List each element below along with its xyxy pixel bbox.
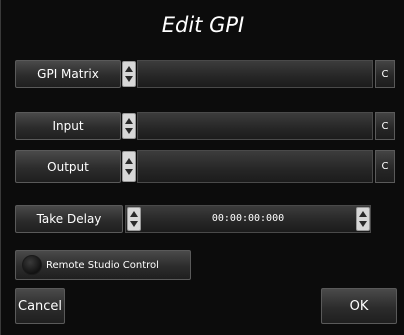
spinner-down-icon [125, 76, 133, 82]
spinner-up-icon [130, 211, 138, 218]
remote-studio-control-toggle[interactable]: Remote Studio Control [15, 250, 191, 280]
spinner-down-icon [359, 220, 367, 227]
gpi-matrix-clear-button[interactable]: C [375, 60, 395, 88]
remote-studio-control-label: Remote Studio Control [46, 259, 159, 271]
output-spinner[interactable] [122, 151, 136, 182]
gpi-matrix-field[interactable] [137, 60, 373, 88]
take-delay-decrement-spinner[interactable] [127, 207, 141, 231]
take-delay-field[interactable]: 00:00:00:000 [125, 205, 371, 233]
edit-gpi-dialog: Edit GPI GPI Matrix C Input C Output C T… [0, 0, 404, 335]
spinner-down-icon [125, 128, 133, 134]
ok-button[interactable]: OK [321, 288, 397, 324]
spinner-down-icon [130, 220, 138, 227]
output-clear-label: C [381, 161, 389, 172]
spinner-up-icon [125, 118, 133, 124]
input-clear-button[interactable]: C [375, 112, 395, 140]
ok-label: OK [349, 298, 369, 314]
output-field[interactable] [137, 150, 373, 183]
dialog-title: Edit GPI [161, 13, 245, 37]
input-label: Input [52, 119, 84, 133]
gpi-matrix-label: GPI Matrix [37, 67, 99, 81]
take-delay-label: Take Delay [36, 212, 102, 226]
cancel-button[interactable]: Cancel [15, 288, 65, 324]
take-delay-button[interactable]: Take Delay [15, 205, 123, 233]
spinner-up-icon [125, 157, 133, 164]
output-clear-button[interactable]: C [375, 150, 395, 183]
input-field[interactable] [137, 112, 373, 140]
spinner-up-icon [125, 66, 133, 72]
gpi-matrix-button[interactable]: GPI Matrix [15, 60, 121, 88]
gpi-matrix-spinner[interactable] [122, 61, 136, 87]
take-delay-value: 00:00:00:000 [211, 213, 285, 224]
gpi-matrix-clear-label: C [381, 68, 389, 80]
spinner-up-icon [359, 211, 367, 218]
spinner-down-icon [125, 169, 133, 176]
cancel-label: Cancel [18, 298, 63, 314]
input-spinner[interactable] [122, 113, 136, 139]
output-label: Output [47, 159, 89, 174]
output-button[interactable]: Output [15, 150, 121, 183]
take-delay-increment-spinner[interactable] [356, 207, 370, 231]
indicator-led-icon [22, 255, 42, 275]
input-clear-label: C [381, 120, 389, 132]
input-button[interactable]: Input [15, 112, 121, 140]
